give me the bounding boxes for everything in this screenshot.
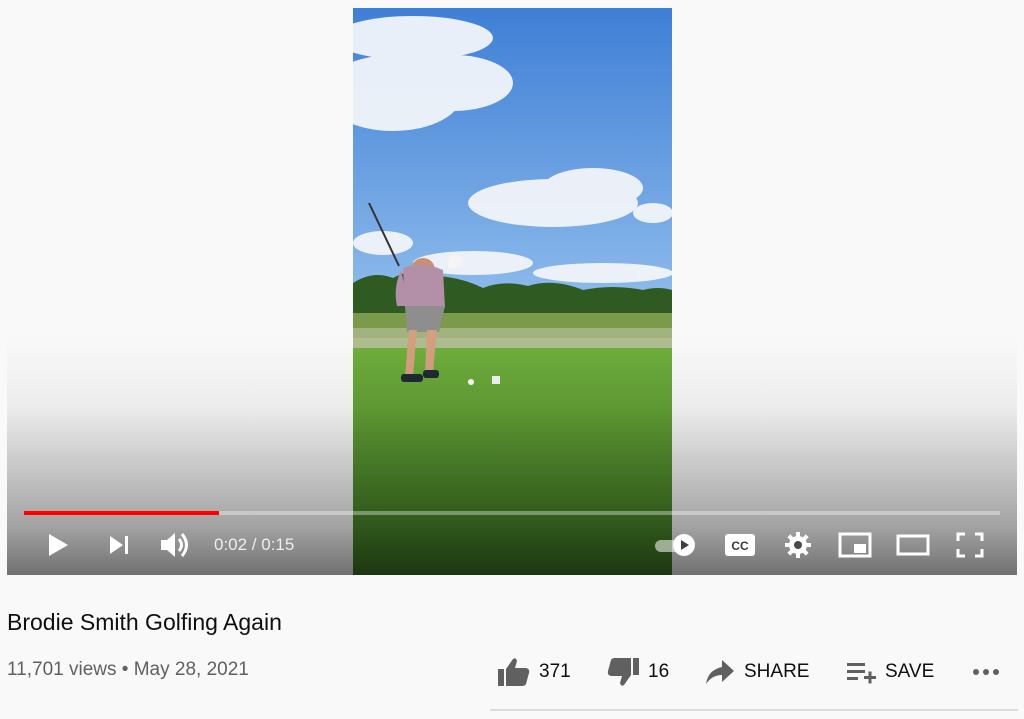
- autoplay-toggle[interactable]: [655, 534, 697, 556]
- next-button[interactable]: [104, 525, 134, 565]
- play-button[interactable]: [42, 525, 74, 565]
- save-button[interactable]: SAVE: [845, 654, 934, 690]
- video-player[interactable]: 0:02 / 0:15 CC: [7, 0, 1017, 575]
- progress-bar[interactable]: [24, 511, 1000, 515]
- cc-icon: CC: [725, 534, 755, 556]
- video-frame[interactable]: [353, 8, 672, 575]
- upload-date: May 28, 2021: [133, 659, 249, 680]
- dislike-button[interactable]: 16: [606, 654, 669, 690]
- captions-button[interactable]: CC: [723, 525, 757, 565]
- miniplayer-button[interactable]: [837, 525, 873, 565]
- more-actions-button[interactable]: [971, 654, 1009, 690]
- like-button[interactable]: 371: [497, 654, 571, 690]
- more-horizontal-icon: [973, 669, 999, 675]
- svg-text:CC: CC: [731, 539, 749, 553]
- settings-button[interactable]: [782, 525, 814, 565]
- share-label: SHARE: [744, 661, 810, 682]
- share-icon: [706, 660, 734, 684]
- view-count: 11,701 views: [7, 659, 117, 680]
- autoplay-knob: [673, 534, 695, 556]
- volume-button[interactable]: [158, 525, 194, 565]
- video-title: Brodie Smith Golfing Again: [7, 609, 282, 635]
- share-button[interactable]: SHARE: [704, 654, 809, 690]
- video-meta: 11,701 views • May 28, 2021: [7, 657, 249, 683]
- theater-mode-icon: [896, 534, 930, 556]
- fullscreen-button[interactable]: [955, 525, 985, 565]
- gear-icon: [785, 532, 811, 558]
- playlist-add-icon: [847, 663, 876, 684]
- thumbs-down-icon: [607, 658, 639, 686]
- skip-next-icon: [110, 536, 128, 554]
- dislike-count: 16: [648, 661, 670, 682]
- action-divider: [490, 709, 1018, 711]
- theater-button[interactable]: [894, 525, 932, 565]
- time-display: 0:02 / 0:15: [214, 535, 295, 554]
- meta-separator: •: [121, 659, 129, 680]
- fullscreen-icon: [956, 532, 984, 558]
- play-icon: [49, 534, 68, 556]
- volume-icon: [161, 533, 188, 557]
- miniplayer-icon: [838, 532, 872, 558]
- thumbs-up-icon: [498, 658, 530, 686]
- progress-played: [24, 511, 220, 515]
- golfer-video-image: [353, 8, 672, 575]
- like-count: 371: [539, 661, 571, 682]
- autoplay-toggle-icon: [681, 540, 689, 550]
- save-label: SAVE: [885, 661, 935, 682]
